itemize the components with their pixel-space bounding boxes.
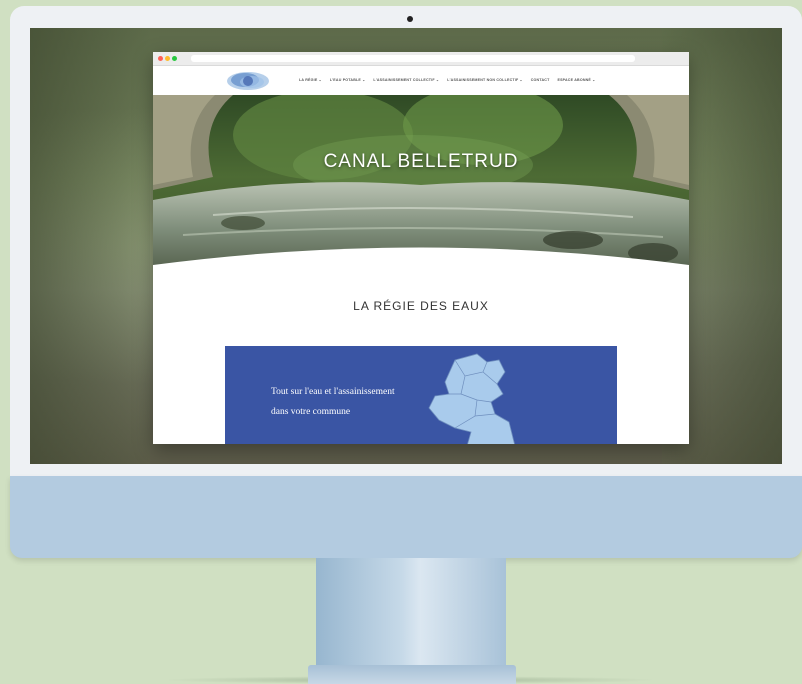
close-window-button[interactable] (158, 56, 163, 61)
monitor-stand (316, 558, 506, 668)
main-menu: LA RÉGIE ⌄ L'EAU POTABLE ⌄ L'ASSAINISSEM… (299, 78, 595, 82)
menu-item-espace-abonne[interactable]: ESPACE ABONNÉ ⌄ (557, 78, 595, 82)
camera-icon (407, 16, 413, 22)
site-navbar: LA RÉGIE ⌄ L'EAU POTABLE ⌄ L'ASSAINISSEM… (153, 66, 689, 95)
commune-banner[interactable]: Tout sur l'eau et l'assainissement dans … (225, 346, 617, 444)
background-blur-left (30, 28, 150, 464)
menu-item-contact[interactable]: CONTACT (531, 78, 550, 82)
banner-line-2: dans votre commune (271, 407, 351, 417)
section-title: LA RÉGIE DES EAUX (353, 299, 489, 313)
monitor-screen: LA RÉGIE ⌄ L'EAU POTABLE ⌄ L'ASSAINISSEM… (30, 28, 782, 464)
monitor-chin (10, 476, 802, 558)
hero-banner: CANAL BELLETRUD (153, 95, 689, 277)
banner-line-1: Tout sur l'eau et l'assainissement (271, 387, 395, 397)
browser-toolbar (153, 52, 689, 66)
address-bar[interactable] (191, 55, 635, 62)
hero-title: CANAL BELLETRUD (323, 151, 519, 172)
menu-item-assainissement-non-collectif[interactable]: L'ASSAINISSEMENT NON COLLECTIF ⌄ (447, 78, 523, 82)
monitor-base (308, 665, 516, 684)
commune-map-icon[interactable] (425, 350, 520, 444)
menu-item-assainissement-collectif[interactable]: L'ASSAINISSEMENT COLLECTIF ⌄ (373, 78, 439, 82)
imac-monitor: LA RÉGIE ⌄ L'EAU POTABLE ⌄ L'ASSAINISSEM… (10, 6, 802, 558)
menu-item-eau-potable[interactable]: L'EAU POTABLE ⌄ (330, 78, 366, 82)
browser-window: LA RÉGIE ⌄ L'EAU POTABLE ⌄ L'ASSAINISSEM… (153, 52, 689, 444)
site-logo[interactable] (225, 69, 271, 93)
hero-river-image (153, 95, 689, 277)
minimize-window-button[interactable] (165, 56, 170, 61)
menu-item-regie[interactable]: LA RÉGIE ⌄ (299, 78, 322, 82)
maximize-window-button[interactable] (172, 56, 177, 61)
monitor-bezel: LA RÉGIE ⌄ L'EAU POTABLE ⌄ L'ASSAINISSEM… (10, 6, 802, 476)
banner-text: Tout sur l'eau et l'assainissement dans … (271, 382, 395, 422)
